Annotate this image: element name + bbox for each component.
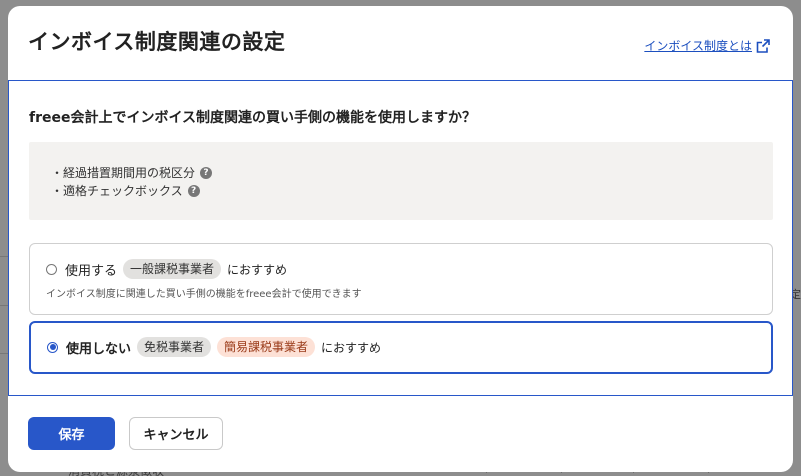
feature-info-box: ・経過措置期間用の税区分 ? ・適格チェックボックス ?	[29, 142, 773, 220]
modal-body: freee会計上でインボイス制度関連の買い手側の機能を使用しますか？ ・経過措置…	[8, 80, 793, 396]
info-item-tax-category: ・経過措置期間用の税区分 ?	[51, 164, 213, 181]
radio-not-use[interactable]	[47, 341, 58, 353]
option-use-label: 使用する	[65, 263, 118, 279]
option-use-row: 使用する 一般課税事業者 におすすめ	[46, 259, 287, 279]
tag-general-taxable: 一般課税事業者	[123, 259, 222, 279]
option-use[interactable]: 使用する 一般課税事業者 におすすめ インボイス制度に関連した買い手側の機能をf…	[29, 243, 773, 315]
save-button[interactable]: 保存	[28, 417, 115, 450]
usage-question: freee会計上でインボイス制度関連の買い手側の機能を使用しますか？	[29, 110, 477, 126]
question-circle-icon[interactable]: ?	[200, 166, 213, 179]
external-link-icon	[756, 38, 770, 53]
invoice-settings-modal: インボイス制度関連の設定 インボイス制度とは freee会計上でインボイス制度関…	[8, 6, 793, 472]
option-not-use-row: 使用しない 免税事業者 簡易課税事業者 におすすめ	[47, 337, 381, 357]
tag-simplified-taxable: 簡易課税事業者	[217, 337, 316, 357]
cancel-button[interactable]: キャンセル	[129, 417, 223, 450]
info-item-label: ・適格チェックボックス	[51, 184, 183, 198]
modal-title: インボイス制度関連の設定	[28, 30, 286, 54]
question-circle-icon[interactable]: ?	[187, 184, 200, 197]
radio-use[interactable]	[46, 263, 57, 275]
modal-header: インボイス制度関連の設定 インボイス制度とは	[8, 6, 793, 78]
info-item-eligibility-checkbox: ・適格チェックボックス ?	[51, 182, 200, 199]
background-divider	[0, 353, 8, 354]
option-use-suffix: におすすめ	[227, 262, 288, 277]
tag-tax-exempt: 免税事業者	[137, 337, 212, 357]
invoice-system-link-label: インボイス制度とは	[644, 39, 752, 53]
option-not-use-suffix: におすすめ	[321, 340, 382, 355]
option-use-description: インボイス制度に関連した買い手側の機能をfreee会計で使用できます	[46, 289, 362, 300]
background-divider	[0, 256, 8, 257]
background-divider	[0, 305, 8, 306]
option-not-use-label: 使用しない	[66, 341, 132, 357]
invoice-system-help-link[interactable]: インボイス制度とは	[644, 37, 771, 54]
option-not-use[interactable]: 使用しない 免税事業者 簡易課税事業者 におすすめ	[29, 321, 773, 374]
info-item-label: ・経過措置期間用の税区分	[51, 166, 196, 180]
